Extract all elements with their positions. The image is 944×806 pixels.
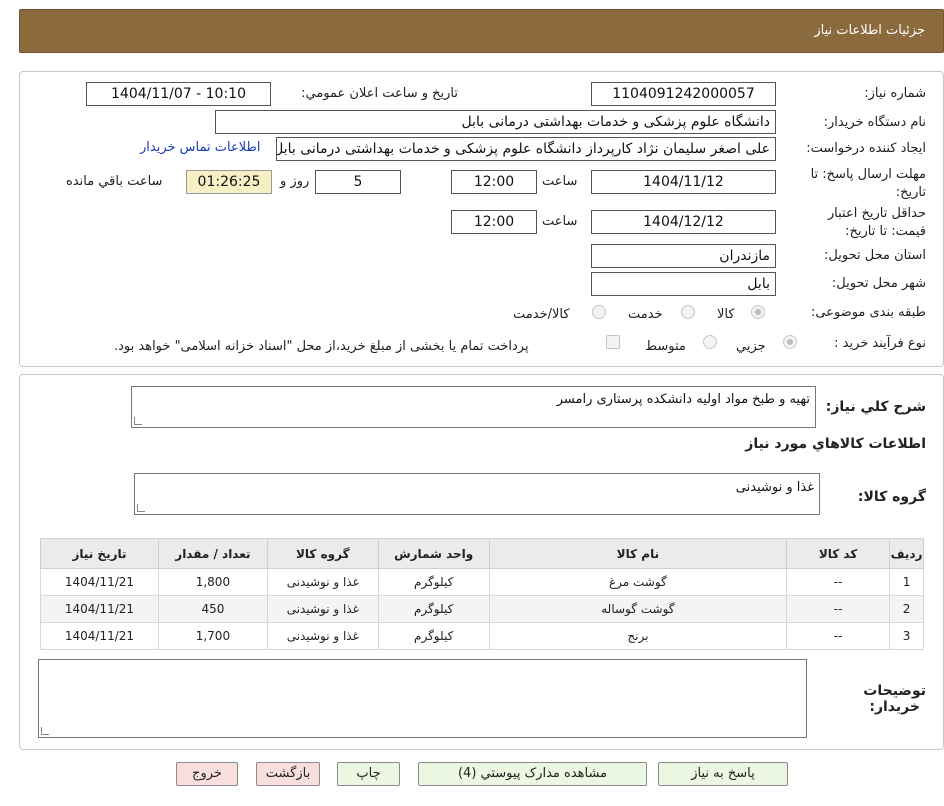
process-option-medium: متوسط	[645, 339, 686, 354]
resize-handle-icon[interactable]	[41, 727, 49, 735]
buyer-notes-field[interactable]	[38, 659, 807, 738]
cell-item-name: گوشت گوساله	[488, 595, 788, 623]
buyer-notes-label: توضیحات خريدار:	[863, 683, 926, 715]
back-button[interactable]: بازگشت	[256, 762, 320, 786]
days-label: روز و	[280, 174, 310, 189]
remaining-time-field: 01:26:25	[186, 170, 272, 194]
validity-date-field[interactable]: 1404/12/12	[591, 210, 776, 234]
resize-handle-icon[interactable]	[137, 504, 145, 512]
validity-time-field[interactable]: 12:00	[451, 210, 537, 234]
table-row[interactable]: 2 -- گوشت گوساله کیلوگرم غذا و نوشیدنی 4…	[40, 595, 924, 623]
page-title: جزئیات اطلاعات نیاز	[814, 23, 925, 38]
cell-quantity: 1,700	[157, 622, 268, 650]
resize-handle-icon[interactable]	[134, 417, 142, 425]
group-field[interactable]: غذا و نوشیدنی	[134, 473, 820, 515]
cell-group: غذا و نوشیدنی	[266, 568, 379, 596]
col-unit: واحد شمارش	[377, 538, 490, 569]
days-field[interactable]: 5	[315, 170, 401, 194]
buyer-notes-label-line2: خريدار:	[869, 699, 920, 715]
province-label: استان محل تحويل:	[824, 248, 926, 263]
cell-quantity: 1,800	[157, 568, 268, 596]
category-label: طبقه بندی موضوعی:	[810, 305, 926, 320]
category-radio-goods[interactable]	[751, 305, 765, 319]
table-row[interactable]: 1 -- گوشت مرغ کیلوگرم غذا و نوشیدنی 1,80…	[40, 568, 924, 596]
col-row-number: ردیف	[889, 538, 924, 569]
city-field[interactable]: بابل	[591, 272, 776, 296]
announce-datetime-field[interactable]: 1404/11/07 - 10:10	[86, 82, 271, 106]
deadline-date-field[interactable]: 1404/11/12	[591, 170, 776, 194]
cell-group: غذا و نوشیدنی	[266, 595, 379, 623]
cell-unit: کیلوگرم	[377, 595, 490, 623]
items-heading: اطلاعات كالاهاي مورد نياز	[745, 436, 926, 452]
exit-button[interactable]: خروج	[176, 762, 238, 786]
col-item-name: نام کالا	[488, 538, 788, 569]
cell-item-name: برنج	[488, 622, 788, 650]
city-label: شهر محل تحويل:	[831, 276, 926, 291]
col-group: گروه کالا	[266, 538, 379, 569]
treasury-checkbox[interactable]	[606, 335, 620, 349]
general-desc-label: شرح كلي نياز:	[825, 399, 926, 415]
cell-item-name: گوشت مرغ	[488, 568, 788, 596]
requester-label: ايجاد كننده درخواست:	[806, 141, 926, 156]
cell-unit: کیلوگرم	[377, 622, 490, 650]
cell-quantity: 450	[157, 595, 268, 623]
group-label: گروه کالا:	[857, 489, 926, 505]
table-row[interactable]: 3 -- برنج کیلوگرم غذا و نوشیدنی 1,700 14…	[40, 622, 924, 650]
page-header: جزئیات اطلاعات نیاز	[19, 9, 944, 53]
cell-row-number: 3	[889, 622, 924, 650]
announce-datetime-label: تاریخ و ساعت اعلان عمومي:	[301, 86, 458, 101]
cell-item-code: --	[786, 595, 891, 623]
remaining-label: ساعت باقي مانده	[66, 174, 163, 189]
payment-note: پرداخت تمام يا بخشی از مبلغ خريد،از محل …	[114, 339, 529, 354]
deadline-time-field[interactable]: 12:00	[451, 170, 537, 194]
category-option-service: خدمت	[628, 307, 663, 322]
cell-need-date: 1404/11/21	[40, 622, 159, 650]
buyer-org-field[interactable]: دانشگاه علوم پزشکی و خدمات بهداشتی درمان…	[215, 110, 776, 134]
requester-field[interactable]: علی اصغر سلیمان نژاد کارپرداز دانشگاه عل…	[276, 137, 776, 161]
cell-row-number: 2	[889, 595, 924, 623]
buyer-notes-label-line1: توضیحات	[863, 683, 926, 699]
process-label: نوع فرآيند خريد :	[834, 336, 926, 351]
deadline-time-label: ساعت	[542, 174, 578, 189]
cell-item-code: --	[786, 568, 891, 596]
cell-group: غذا و نوشیدنی	[266, 622, 379, 650]
cell-need-date: 1404/11/21	[40, 595, 159, 623]
category-radio-goods-service[interactable]	[592, 305, 606, 319]
buyer-contact-link[interactable]: اطلاعات تماس خريدار	[140, 140, 260, 155]
table-header-row: ردیف کد کالا نام کالا واحد شمارش گروه کا…	[40, 538, 924, 569]
category-radio-service[interactable]	[681, 305, 695, 319]
need-number-label: شماره نیاز:	[864, 86, 926, 101]
print-button[interactable]: چاپ	[337, 762, 400, 786]
col-quantity: تعداد / مقدار	[157, 538, 268, 569]
buyer-org-label: نام دستگاه خريدار:	[823, 115, 926, 130]
province-field[interactable]: مازندران	[591, 244, 776, 268]
items-table: ردیف کد کالا نام کالا واحد شمارش گروه کا…	[40, 538, 924, 650]
validity-time-label: ساعت	[542, 214, 578, 229]
cell-need-date: 1404/11/21	[40, 568, 159, 596]
process-option-minor: جزیي	[736, 339, 766, 354]
category-option-goods: کالا	[717, 307, 735, 322]
need-number-field[interactable]: 1104091242000057	[591, 82, 776, 106]
deadline-label: مهلت ارسال پاسخ: تا تاریخ:	[810, 167, 926, 200]
validity-label: حداقل تاریخ اعتبار قیمت: تا تاریخ:	[827, 206, 926, 239]
reply-button[interactable]: پاسخ به نياز	[658, 762, 788, 786]
cell-row-number: 1	[889, 568, 924, 596]
col-item-code: کد کالا	[786, 538, 891, 569]
process-radio-medium[interactable]	[703, 335, 717, 349]
col-need-date: تاریخ نیاز	[40, 538, 159, 569]
cell-item-code: --	[786, 622, 891, 650]
view-attachments-button[interactable]: مشاهده مدارک پیوستي (4)	[418, 762, 647, 786]
cell-unit: کیلوگرم	[377, 568, 490, 596]
general-desc-field[interactable]: تهیه و طبخ مواد اولیه دانشکده پرستاری را…	[131, 386, 816, 428]
process-radio-minor[interactable]	[783, 335, 797, 349]
category-option-goods-service: کالا/خدمت	[513, 307, 570, 322]
